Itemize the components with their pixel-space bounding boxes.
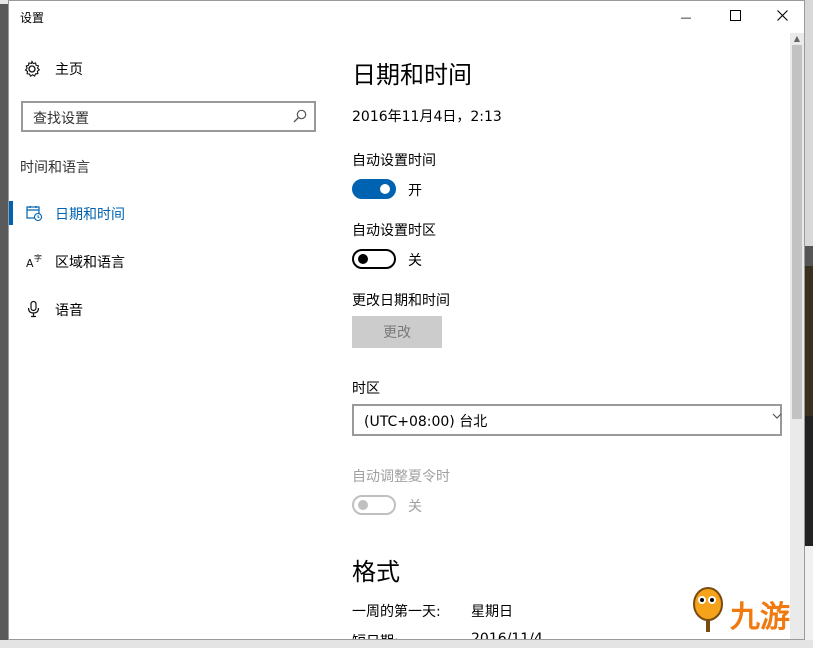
dst-toggle[interactable] [352, 495, 396, 515]
title-bar[interactable]: 设置 — [9, 1, 804, 33]
first-day-label: 一周的第一天: [352, 604, 441, 620]
search-input[interactable]: 查找设置 [21, 101, 316, 132]
toggle-knob [358, 254, 368, 264]
toggle-knob [380, 184, 390, 194]
scroll-up-icon[interactable]: ▲ [790, 33, 804, 45]
auto-time-label: 自动设置时间 [352, 153, 436, 169]
sidebar-item-label: 日期和时间 [55, 207, 125, 223]
short-date-value: 2016/11/4 [471, 631, 543, 640]
timezone-dropdown[interactable]: (UTC+08:00) 台北 [352, 404, 782, 436]
dst-label: 自动调整夏令时 [352, 469, 450, 485]
search-icon[interactable] [292, 108, 308, 124]
timezone-label: 时区 [352, 381, 380, 397]
current-datetime: 2016年11月4日，2:13 [352, 109, 502, 125]
nav-home-label: 主页 [55, 62, 83, 78]
auto-time-toggle[interactable] [352, 179, 396, 199]
dst-state: 关 [408, 499, 422, 515]
timezone-value: (UTC+08:00) 台北 [364, 414, 488, 430]
inactive-indicator [9, 249, 13, 273]
sidebar-item-region-language[interactable]: A 字 区域和语言 [9, 249, 329, 273]
sidebar-item-date-time[interactable]: 日期和时间 [9, 201, 329, 225]
sidebar-item-label: 区域和语言 [55, 255, 125, 271]
auto-timezone-state: 关 [408, 253, 422, 269]
inactive-indicator [9, 297, 13, 321]
background-window-edge [805, 0, 813, 648]
minimize-button[interactable]: — [663, 1, 709, 33]
watermark-logo: 九游 [686, 572, 806, 638]
language-icon: A 字 [25, 252, 43, 270]
svg-text:A: A [26, 257, 34, 270]
auto-timezone-label: 自动设置时区 [352, 223, 436, 239]
close-icon [776, 9, 788, 25]
active-indicator [9, 201, 13, 225]
chevron-down-icon [772, 410, 782, 424]
auto-timezone-toggle[interactable] [352, 249, 396, 269]
scrollbar-thumb[interactable] [792, 45, 802, 419]
nav-section-title: 时间和语言 [20, 160, 90, 176]
svg-text:字: 字 [34, 253, 42, 263]
maximize-icon [729, 9, 741, 25]
microphone-icon [25, 300, 43, 318]
settings-window: 设置 — 主页 查找设置 时间和语言 日期和时间 A 字 区域和语言 语音 日期… [8, 0, 805, 640]
nav-home[interactable]: 主页 [23, 59, 83, 79]
maximize-button[interactable] [712, 1, 758, 33]
calendar-clock-icon [25, 204, 43, 222]
auto-time-state: 开 [408, 183, 422, 199]
window-title: 设置 [20, 11, 45, 25]
short-date-label: 短日期: [352, 631, 399, 639]
minimize-icon: — [680, 10, 692, 24]
search-placeholder: 查找设置 [33, 111, 89, 127]
close-button[interactable] [759, 1, 804, 33]
change-datetime-label: 更改日期和时间 [352, 293, 450, 309]
gear-icon [23, 60, 41, 78]
background-taskbar-strip [0, 640, 813, 648]
watermark-text: 九游 [730, 600, 790, 635]
format-section-title: 格式 [352, 558, 400, 586]
change-button[interactable]: 更改 [352, 316, 442, 348]
vertical-scrollbar[interactable]: ▲ [790, 33, 804, 639]
toggle-knob [358, 500, 368, 510]
sidebar-item-label: 语音 [55, 303, 83, 319]
sidebar-item-speech[interactable]: 语音 [9, 297, 329, 321]
page-title: 日期和时间 [352, 61, 472, 89]
first-day-value: 星期日 [471, 604, 513, 620]
